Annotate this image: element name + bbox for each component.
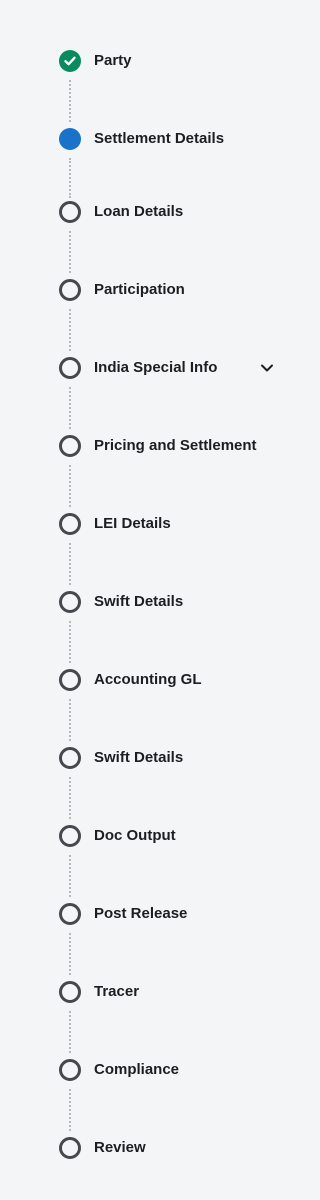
step-label: Doc Output (94, 827, 176, 844)
step-connector (69, 933, 71, 975)
step-label: Participation (94, 281, 185, 298)
step-connector (69, 1089, 71, 1131)
step-label: Swift Details (94, 593, 184, 610)
circle-icon (59, 435, 81, 457)
step-label: Pricing and Settlement (94, 437, 257, 454)
step-lei-details[interactable]: LEI Details (0, 508, 284, 540)
step-connector (69, 777, 71, 819)
circle-icon (59, 279, 81, 301)
step-connector (69, 699, 71, 741)
step-connector (69, 1011, 71, 1053)
step-label: Review (94, 1139, 146, 1156)
step-connector (69, 543, 71, 585)
step-connector (69, 80, 71, 122)
step-party[interactable]: Party (0, 45, 284, 77)
step-label: Swift Details (94, 749, 184, 766)
circle-icon (59, 747, 81, 769)
step-participation[interactable]: Participation (0, 274, 284, 306)
step-connector (69, 387, 71, 429)
step-connector (69, 621, 71, 663)
circle-icon (59, 903, 81, 925)
circle-icon (59, 825, 81, 847)
step-compliance[interactable]: Compliance (0, 1054, 284, 1086)
circle-icon (59, 513, 81, 535)
step-loan-details[interactable]: Loan Details (0, 196, 284, 228)
step-label: Settlement Details (94, 130, 225, 147)
step-review[interactable]: Review (0, 1132, 284, 1164)
progress-stepper: Party Settlement Details Loan Details Pa… (0, 0, 284, 1200)
current-step-dot-icon (59, 128, 81, 150)
step-post-release[interactable]: Post Release (0, 898, 284, 930)
step-india-special-info[interactable]: India Special Info (0, 352, 284, 384)
step-settlement-details[interactable]: Settlement Details (0, 123, 284, 155)
circle-icon (59, 669, 81, 691)
step-swift-details-2[interactable]: Swift Details (0, 742, 284, 774)
circle-icon (59, 201, 81, 223)
step-label: India Special Info (94, 359, 218, 376)
step-label: Tracer (94, 983, 140, 1000)
circle-icon (59, 1137, 81, 1159)
step-label: Compliance (94, 1061, 180, 1078)
step-connector (69, 855, 71, 897)
step-label: Party (94, 52, 132, 69)
step-label: Accounting GL (94, 671, 202, 688)
step-connector (69, 231, 71, 273)
circle-icon (59, 1059, 81, 1081)
step-doc-output[interactable]: Doc Output (0, 820, 284, 852)
circle-icon (59, 981, 81, 1003)
circle-icon (59, 357, 81, 379)
check-icon (59, 50, 81, 72)
step-label: Loan Details (94, 203, 184, 220)
step-accounting-gl[interactable]: Accounting GL (0, 664, 284, 696)
circle-icon (59, 591, 81, 613)
step-tracer[interactable]: Tracer (0, 976, 284, 1008)
step-swift-details[interactable]: Swift Details (0, 586, 284, 618)
chevron-down-icon[interactable] (259, 360, 275, 376)
step-pricing-and-settlement[interactable]: Pricing and Settlement (0, 430, 284, 462)
step-label: Post Release (94, 905, 188, 922)
step-connector (69, 158, 71, 198)
step-connector (69, 309, 71, 351)
step-connector (69, 465, 71, 507)
step-label: LEI Details (94, 515, 171, 532)
